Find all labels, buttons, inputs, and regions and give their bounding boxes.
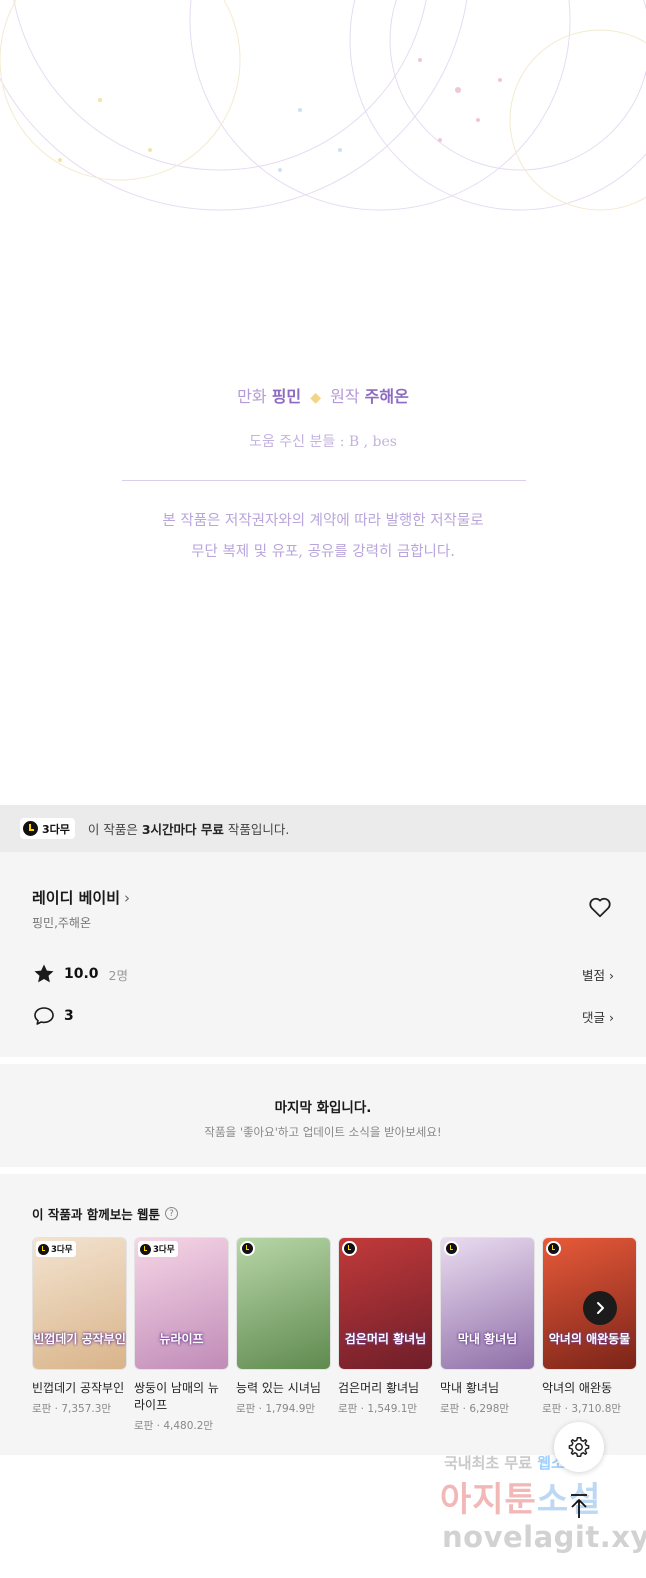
free-badge-label: 3다무 [42, 822, 70, 836]
recommendation-title[interactable]: 악녀의 애완동 [542, 1380, 637, 1397]
copyright-line-1: 본 작품은 저작권자와의 계약에 따라 발행한 저작물로 [162, 513, 484, 529]
last-episode-title: 마지막 화입니다. [274, 1100, 372, 1116]
recommendation-title[interactable]: 빈껍데기 공작부인 [32, 1380, 127, 1397]
recommendation-title[interactable]: 막내 황녀님 [440, 1380, 535, 1397]
recommendation-title[interactable]: 쌍둥이 남매의 뉴라이프 [134, 1380, 229, 1414]
clock-icon [240, 1241, 255, 1256]
comments-link[interactable]: 댓글 › [582, 1007, 614, 1026]
free-badge: 3다무 [138, 1241, 178, 1257]
recommendations-title: 이 작품과 함께보는 웹툰 ? [32, 1204, 179, 1223]
copyright-line-2: 무단 복제 및 유포, 공유를 강력히 금합니다. [191, 544, 455, 560]
comment-count: 3 [64, 1008, 74, 1024]
clock-icon [140, 1243, 151, 1255]
chevron-right-icon [597, 1302, 604, 1314]
work-authors: 핑민,주해온 [32, 916, 92, 930]
chevron-right-icon: › [124, 889, 131, 907]
scroll-top-button[interactable] [561, 1488, 597, 1524]
free-badge-label: 3다무 [153, 1245, 175, 1255]
comic-credits: 만화 핑민 ◆ 원작 주해온 [0, 383, 646, 407]
work-info: 레이디 베이비 › 핑민,주해온 10.0 2명 별점 › 3 댓글 › [0, 852, 646, 1057]
star-icon [34, 964, 54, 983]
recommendation-title[interactable]: 검은머리 황녀님 [338, 1380, 433, 1397]
story-label: 원작 [330, 387, 360, 406]
comment-row: 3 댓글 › [32, 1002, 614, 1030]
arrow-up-icon [571, 1494, 587, 1518]
recommendation-meta: 로판 · 4,480.2만 [134, 1420, 214, 1432]
recommendation-card[interactable]: 악녀의 애완동물악녀의 애완동로판 · 3,710.8만 [542, 1237, 637, 1433]
work-title-link[interactable]: 레이디 베이비 › [32, 887, 130, 908]
site-watermark: 국내최초 무료 웹소설 아지툰소설 novelagit.xyz [426, 1450, 646, 1578]
helpers-credit: 도움 주신 분들 : B , bes [249, 434, 397, 450]
recommendation-card[interactable]: 3다무 빈껍데기 공작부인 빈껍데기 공작부인 로판 · 7,357.3만 [32, 1237, 127, 1433]
clock-icon [546, 1241, 561, 1256]
last-episode-subtitle: 작품을 '좋아요'하고 업데이트 소식을 받아보세요! [204, 1125, 442, 1139]
rating-value: 10.0 [64, 966, 99, 982]
recommendation-card[interactable]: 검은머리 황녀님 검은머리 황녀님 로판 · 1,549.1만 [338, 1237, 433, 1433]
cover-title-art: 막내 황녀님 [457, 1332, 518, 1346]
next-button[interactable] [583, 1291, 617, 1325]
cover-title-art: 뉴라이프 [159, 1332, 204, 1346]
recommendation-thumbnail[interactable]: 3다무뉴라이프 [134, 1237, 229, 1370]
cover-title-art: 빈껍데기 공작부인 [33, 1332, 126, 1346]
work-title: 레이디 베이비 [32, 889, 121, 907]
recommendation-meta: 로판 · 6,298만 [440, 1403, 510, 1415]
comment-icon [34, 1007, 54, 1025]
recommendation-meta: 로판 · 1,549.1만 [338, 1403, 418, 1415]
recommendation-title[interactable]: 능력 있는 시녀님 [236, 1380, 331, 1397]
watermark-line-3: novelagit.xyz [442, 1520, 646, 1554]
banner-text-post: 작품입니다. [223, 822, 290, 837]
recommendation-meta: 로판 · 7,357.3만 [32, 1403, 112, 1415]
help-icon[interactable]: ? [165, 1207, 179, 1220]
rating-count: 2명 [108, 967, 128, 983]
recommendation-card[interactable]: 3다무뉴라이프쌍둥이 남매의 뉴라이프로판 · 4,480.2만 [134, 1237, 229, 1433]
free-badge: 3다무 [20, 818, 75, 839]
comic-last-page: 만화 핑민 ◆ 원작 주해온 도움 주신 분들 : B , bes 본 작품은 … [0, 0, 646, 805]
cover-title-art: 검은머리 황녀님 [344, 1332, 427, 1346]
settings-button[interactable] [554, 1422, 604, 1472]
banner-text: 이 작품은 3시간마다 무료 작품입니다. [88, 819, 289, 838]
recommendation-card[interactable]: 능력 있는 시녀님로판 · 1,794.9만 [236, 1237, 331, 1433]
clock-icon [342, 1241, 357, 1256]
artist-name: 핑민 [271, 387, 302, 406]
recommendations-list: 3다무 빈껍데기 공작부인 빈껍데기 공작부인 로판 · 7,357.3만 3다무 뉴라이… [32, 1237, 644, 1433]
recommendations-title-text: 이 작품과 함께보는 웹툰 [32, 1207, 161, 1222]
last-episode-notice: 마지막 화입니다. 작품을 '좋아요'하고 업데이트 소식을 받아보세요! [0, 1057, 646, 1167]
writer-name: 주해온 [364, 387, 409, 406]
clock-icon [38, 1243, 49, 1255]
recommendation-card[interactable]: 막내 황녀님 막내 황녀님 로판 · 6,298만 [440, 1237, 535, 1433]
heart-icon[interactable] [587, 894, 613, 920]
recommendation-thumbnail[interactable]: 검은머리 황녀님 [338, 1237, 433, 1370]
clock-icon [23, 821, 38, 836]
recommendations-section: 이 작품과 함께보는 웹툰 ? 3다무 빈껍데기 공작부인 빈껍데기 공작부인 로판 … [0, 1167, 646, 1455]
recommendation-thumbnail[interactable]: 막내 황녀님 [440, 1237, 535, 1370]
rating-row: 10.0 2명 별점 › [32, 960, 614, 988]
clock-icon [444, 1241, 459, 1256]
watermark-line-2a: 아지툰 [440, 1480, 537, 1520]
free-badge: 3다무 [36, 1241, 76, 1257]
art-label: 만화 [237, 387, 267, 406]
rating-link[interactable]: 별점 › [582, 965, 614, 984]
free-every-3h-banner: 3다무 이 작품은 3시간마다 무료 작품입니다. [0, 805, 646, 852]
banner-text-bold: 3시간마다 무료 [141, 822, 224, 837]
credits-divider [122, 480, 526, 481]
diamond-icon: ◆ [310, 390, 322, 406]
recommendation-thumbnail[interactable] [236, 1237, 331, 1370]
copyright-notice: 본 작품은 저작권자와의 계약에 따라 발행한 저작물로 무단 복제 및 유포,… [0, 506, 646, 568]
recommendation-meta: 로판 · 3,710.8만 [542, 1403, 622, 1415]
banner-text-pre: 이 작품은 [87, 822, 142, 837]
recommendation-thumbnail[interactable]: 3다무빈껍데기 공작부인 [32, 1237, 127, 1370]
gear-icon [568, 1437, 590, 1457]
cover-title-art: 악녀의 애완동물 [548, 1332, 631, 1346]
watermark-line-1a: 국내최초 무료 [444, 1454, 538, 1472]
recommendation-meta: 로판 · 1,794.9만 [236, 1403, 316, 1415]
free-badge-label: 3다무 [51, 1245, 73, 1255]
